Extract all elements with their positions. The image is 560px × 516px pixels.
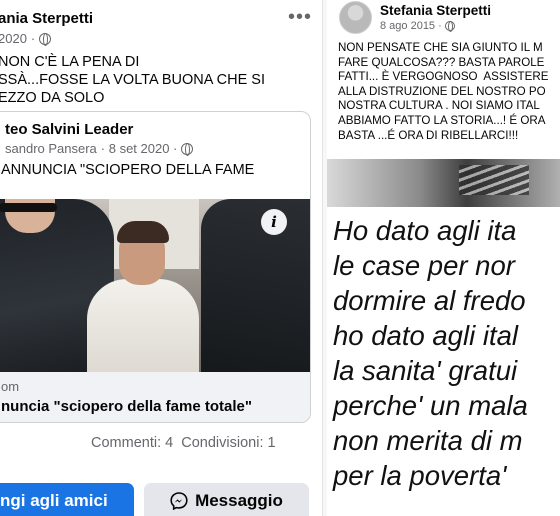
shared-post-date[interactable]: · 8 set 2020 · — [101, 141, 178, 156]
globe-icon — [444, 21, 455, 32]
post-text-line: SSÀ...FOSSE LA VOLTA BUONA CHE SI — [0, 72, 265, 88]
image-quote-text: Ho dato agli ita le case per nor dormire… — [333, 213, 528, 493]
more-options-button[interactable]: ••• — [288, 6, 312, 29]
shared-page-name[interactable]: teo Salvini Leader — [5, 121, 133, 138]
shared-link-image[interactable]: i — [0, 199, 310, 372]
engagement-stats: Commenti: 4 Condivisioni: 1 — [91, 435, 276, 451]
post-text-line: FARE QUALCOSA??? BASTA PAROLE — [338, 55, 545, 69]
link-domain: om — [1, 379, 20, 394]
quote-line: per la poverta' — [333, 460, 515, 491]
post-date[interactable]: 8 ago 2015 · — [380, 20, 442, 32]
quote-line: la sanita' gratui — [333, 355, 518, 386]
image-photo-strip — [327, 159, 560, 207]
message-button[interactable]: Messaggio — [144, 483, 309, 516]
quote-line: ho dato agli ital — [333, 320, 518, 351]
link-preview-footer[interactable]: om nuncia "sciopero della fame totale" — [0, 372, 310, 422]
link-headline[interactable]: nuncia "sciopero della fame totale" — [1, 398, 252, 415]
globe-icon — [39, 32, 52, 46]
photo-man-shirt — [87, 279, 199, 372]
comments-count[interactable]: Commenti: 4 — [91, 435, 173, 451]
add-friend-button[interactable]: ngi agli amici — [0, 483, 134, 516]
shared-post-author[interactable]: sandro Pansera — [5, 141, 97, 156]
post-text-line: ALLA DISTRUZIONE DEL NOSTRO PO — [338, 84, 546, 98]
post-author-name[interactable]: Stefania Sterpetti — [380, 3, 491, 18]
post-text-line: BASTA ...É ORA DI RIBELLARCI!!! — [338, 128, 519, 142]
post-date[interactable]: 2020 — [0, 31, 27, 46]
post-text-line: NON C'È LA PENA DI — [0, 54, 140, 70]
post-text-line: FATTI... È VERGOGNOSO ASSISTERE — [338, 70, 549, 84]
shared-post-text: ANNUNCIA "SCIOPERO DELLA FAME — [1, 162, 255, 178]
globe-icon — [181, 142, 194, 156]
post-text: NON PENSATE CHE SIA GIUNTO IL M FARE QUA… — [338, 41, 548, 143]
post-author-name[interactable]: ania Sterpetti — [0, 10, 93, 27]
messenger-icon — [170, 492, 188, 510]
info-icon[interactable]: i — [261, 209, 287, 235]
post-text-line: NON PENSATE CHE SIA GIUNTO IL M — [338, 41, 543, 54]
post-meta: 8 ago 2015 · — [380, 20, 455, 32]
avatar[interactable] — [339, 1, 372, 34]
quote-line: perche' un mala — [333, 390, 528, 421]
photo-officer-right — [201, 199, 310, 372]
left-post-screenshot: ania Sterpetti 2020 · ••• NON C'È LA PEN… — [0, 0, 322, 516]
quote-line: dormire al fredo — [333, 285, 526, 316]
post-text-line: NOSTRA CULTURA . NOI SIAMO ITAL — [338, 99, 540, 113]
photo-officer-glasses — [0, 203, 57, 212]
quote-line: le case per nor — [333, 250, 515, 281]
right-post-screenshot: Stefania Sterpetti 8 ago 2015 · NON PENS… — [327, 0, 560, 516]
photo-man-hair — [117, 221, 169, 243]
shared-post-meta: sandro Pansera · 8 set 2020 · — [5, 141, 194, 156]
message-button-label: Messaggio — [195, 491, 283, 510]
quote-line: non merita di m — [333, 425, 523, 456]
quote-line: Ho dato agli ita — [333, 215, 517, 246]
shared-post-card[interactable]: teo Salvini Leader sandro Pansera · 8 se… — [0, 111, 311, 423]
post-image[interactable]: Ho dato agli ita le case per nor dormire… — [327, 159, 560, 516]
post-text-line: ABBIAMO FATTO LA STORIA...! É ORA — [338, 113, 546, 127]
shares-count[interactable]: Condivisioni: 1 — [181, 435, 275, 451]
post-meta: 2020 · — [0, 31, 52, 46]
post-text: NON C'È LA PENA DI SSÀ...FOSSE LA VOLTA … — [0, 53, 318, 107]
post-text-line: EZZO DA SOLO — [0, 90, 105, 106]
